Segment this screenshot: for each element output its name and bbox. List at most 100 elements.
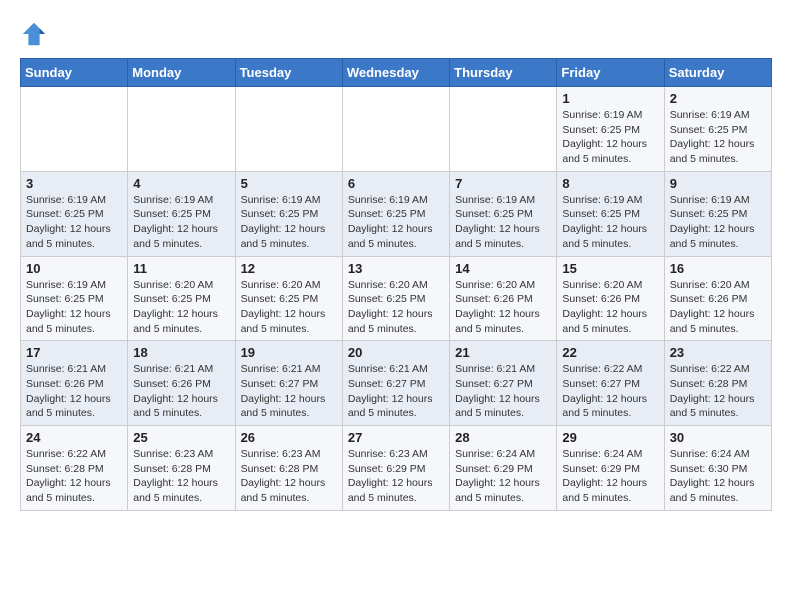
day-number: 14 xyxy=(455,261,551,276)
calendar-cell: 26 Sunrise: 6:23 AM Sunset: 6:28 PM Dayli… xyxy=(235,426,342,511)
calendar-cell: 7 Sunrise: 6:19 AM Sunset: 6:25 PM Daylig… xyxy=(450,171,557,256)
calendar-cell: 3Sunrise: 6:19 AM Sunset: 6:25 PM Daylig… xyxy=(21,171,128,256)
day-info: Sunrise: 6:20 AM Sunset: 6:26 PM Dayligh… xyxy=(562,278,658,337)
day-number: 16 xyxy=(670,261,766,276)
day-info: Sunrise: 6:20 AM Sunset: 6:25 PM Dayligh… xyxy=(348,278,444,337)
calendar-cell: 10 Sunrise: 6:19 AM Sunset: 6:25 PM Dayli… xyxy=(21,256,128,341)
calendar-cell: 29Sunrise: 6:24 AM Sunset: 6:29 PM Dayli… xyxy=(557,426,664,511)
calendar-cell xyxy=(450,87,557,172)
day-number: 5 xyxy=(241,176,337,191)
calendar-cell: 16 Sunrise: 6:20 AM Sunset: 6:26 PM Dayli… xyxy=(664,256,771,341)
weekday-header: Monday xyxy=(128,59,235,87)
day-number: 10 xyxy=(26,261,122,276)
day-info: Sunrise: 6:19 AM Sunset: 6:25 PM Dayligh… xyxy=(562,108,658,167)
day-number: 29 xyxy=(562,430,658,445)
weekday-header: Wednesday xyxy=(342,59,449,87)
calendar-cell: 11 Sunrise: 6:20 AM Sunset: 6:25 PM Dayli… xyxy=(128,256,235,341)
day-info: Sunrise: 6:20 AM Sunset: 6:26 PM Dayligh… xyxy=(670,278,766,337)
day-number: 23 xyxy=(670,345,766,360)
day-info: Sunrise: 6:19 AM Sunset: 6:25 PM Dayligh… xyxy=(26,278,122,337)
calendar-cell: 14Sunrise: 6:20 AM Sunset: 6:26 PM Dayli… xyxy=(450,256,557,341)
day-number: 20 xyxy=(348,345,444,360)
day-info: Sunrise: 6:22 AM Sunset: 6:28 PM Dayligh… xyxy=(26,447,122,506)
calendar-cell: 15Sunrise: 6:20 AM Sunset: 6:26 PM Dayli… xyxy=(557,256,664,341)
weekday-header: Thursday xyxy=(450,59,557,87)
day-number: 8 xyxy=(562,176,658,191)
weekday-header: Friday xyxy=(557,59,664,87)
day-info: Sunrise: 6:22 AM Sunset: 6:27 PM Dayligh… xyxy=(562,362,658,421)
calendar-cell: 21Sunrise: 6:21 AM Sunset: 6:27 PM Dayli… xyxy=(450,341,557,426)
calendar-cell: 8 Sunrise: 6:19 AM Sunset: 6:25 PM Daylig… xyxy=(557,171,664,256)
calendar-week-row: 10 Sunrise: 6:19 AM Sunset: 6:25 PM Dayli… xyxy=(21,256,772,341)
calendar-cell: 12 Sunrise: 6:20 AM Sunset: 6:25 PM Dayli… xyxy=(235,256,342,341)
day-number: 19 xyxy=(241,345,337,360)
calendar-cell: 9 Sunrise: 6:19 AM Sunset: 6:25 PM Daylig… xyxy=(664,171,771,256)
day-number: 24 xyxy=(26,430,122,445)
day-number: 7 xyxy=(455,176,551,191)
calendar-cell: 24 Sunrise: 6:22 AM Sunset: 6:28 PM Dayli… xyxy=(21,426,128,511)
day-info: Sunrise: 6:19 AM Sunset: 6:25 PM Dayligh… xyxy=(670,193,766,252)
day-number: 26 xyxy=(241,430,337,445)
calendar-cell: 4Sunrise: 6:19 AM Sunset: 6:25 PM Daylig… xyxy=(128,171,235,256)
day-number: 12 xyxy=(241,261,337,276)
day-number: 9 xyxy=(670,176,766,191)
logo-icon xyxy=(20,20,48,48)
day-info: Sunrise: 6:23 AM Sunset: 6:28 PM Dayligh… xyxy=(241,447,337,506)
day-info: Sunrise: 6:19 AM Sunset: 6:25 PM Dayligh… xyxy=(670,108,766,167)
day-info: Sunrise: 6:21 AM Sunset: 6:26 PM Dayligh… xyxy=(133,362,229,421)
calendar-cell: 23 Sunrise: 6:22 AM Sunset: 6:28 PM Dayli… xyxy=(664,341,771,426)
day-info: Sunrise: 6:23 AM Sunset: 6:29 PM Dayligh… xyxy=(348,447,444,506)
day-number: 25 xyxy=(133,430,229,445)
weekday-header: Tuesday xyxy=(235,59,342,87)
calendar-cell: 20 Sunrise: 6:21 AM Sunset: 6:27 PM Dayli… xyxy=(342,341,449,426)
calendar-week-row: 24 Sunrise: 6:22 AM Sunset: 6:28 PM Dayli… xyxy=(21,426,772,511)
day-info: Sunrise: 6:20 AM Sunset: 6:25 PM Dayligh… xyxy=(133,278,229,337)
day-number: 13 xyxy=(348,261,444,276)
day-info: Sunrise: 6:21 AM Sunset: 6:26 PM Dayligh… xyxy=(26,362,122,421)
calendar-cell: 17 Sunrise: 6:21 AM Sunset: 6:26 PM Dayli… xyxy=(21,341,128,426)
calendar-cell: 25Sunrise: 6:23 AM Sunset: 6:28 PM Dayli… xyxy=(128,426,235,511)
calendar-cell: 2 Sunrise: 6:19 AM Sunset: 6:25 PM Daylig… xyxy=(664,87,771,172)
day-info: Sunrise: 6:19 AM Sunset: 6:25 PM Dayligh… xyxy=(133,193,229,252)
logo xyxy=(20,20,52,48)
day-number: 22 xyxy=(562,345,658,360)
day-info: Sunrise: 6:20 AM Sunset: 6:25 PM Dayligh… xyxy=(241,278,337,337)
calendar-cell: 13 Sunrise: 6:20 AM Sunset: 6:25 PM Dayli… xyxy=(342,256,449,341)
calendar-cell: 6 Sunrise: 6:19 AM Sunset: 6:25 PM Daylig… xyxy=(342,171,449,256)
day-info: Sunrise: 6:19 AM Sunset: 6:25 PM Dayligh… xyxy=(455,193,551,252)
calendar-cell: 1 Sunrise: 6:19 AM Sunset: 6:25 PM Daylig… xyxy=(557,87,664,172)
calendar-cell: 30 Sunrise: 6:24 AM Sunset: 6:30 PM Dayli… xyxy=(664,426,771,511)
calendar-week-row: 3Sunrise: 6:19 AM Sunset: 6:25 PM Daylig… xyxy=(21,171,772,256)
calendar-cell xyxy=(342,87,449,172)
calendar-cell xyxy=(235,87,342,172)
calendar-cell: 19 Sunrise: 6:21 AM Sunset: 6:27 PM Dayli… xyxy=(235,341,342,426)
calendar-cell xyxy=(128,87,235,172)
day-number: 28 xyxy=(455,430,551,445)
day-number: 18 xyxy=(133,345,229,360)
day-info: Sunrise: 6:24 AM Sunset: 6:30 PM Dayligh… xyxy=(670,447,766,506)
day-info: Sunrise: 6:19 AM Sunset: 6:25 PM Dayligh… xyxy=(241,193,337,252)
day-number: 1 xyxy=(562,91,658,106)
day-info: Sunrise: 6:22 AM Sunset: 6:28 PM Dayligh… xyxy=(670,362,766,421)
day-number: 6 xyxy=(348,176,444,191)
calendar-week-row: 1 Sunrise: 6:19 AM Sunset: 6:25 PM Daylig… xyxy=(21,87,772,172)
day-info: Sunrise: 6:19 AM Sunset: 6:25 PM Dayligh… xyxy=(562,193,658,252)
day-number: 11 xyxy=(133,261,229,276)
day-info: Sunrise: 6:19 AM Sunset: 6:25 PM Dayligh… xyxy=(348,193,444,252)
calendar-cell: 5 Sunrise: 6:19 AM Sunset: 6:25 PM Daylig… xyxy=(235,171,342,256)
day-info: Sunrise: 6:24 AM Sunset: 6:29 PM Dayligh… xyxy=(455,447,551,506)
weekday-header: Saturday xyxy=(664,59,771,87)
calendar-cell: 28 Sunrise: 6:24 AM Sunset: 6:29 PM Dayli… xyxy=(450,426,557,511)
day-number: 30 xyxy=(670,430,766,445)
calendar-table: SundayMondayTuesdayWednesdayThursdayFrid… xyxy=(20,58,772,511)
calendar-header-row: SundayMondayTuesdayWednesdayThursdayFrid… xyxy=(21,59,772,87)
day-number: 27 xyxy=(348,430,444,445)
day-number: 2 xyxy=(670,91,766,106)
day-info: Sunrise: 6:19 AM Sunset: 6:25 PM Dayligh… xyxy=(26,193,122,252)
day-info: Sunrise: 6:21 AM Sunset: 6:27 PM Dayligh… xyxy=(348,362,444,421)
day-info: Sunrise: 6:21 AM Sunset: 6:27 PM Dayligh… xyxy=(241,362,337,421)
page-header xyxy=(20,20,772,48)
calendar-cell: 22 Sunrise: 6:22 AM Sunset: 6:27 PM Dayli… xyxy=(557,341,664,426)
day-number: 17 xyxy=(26,345,122,360)
calendar-week-row: 17 Sunrise: 6:21 AM Sunset: 6:26 PM Dayli… xyxy=(21,341,772,426)
